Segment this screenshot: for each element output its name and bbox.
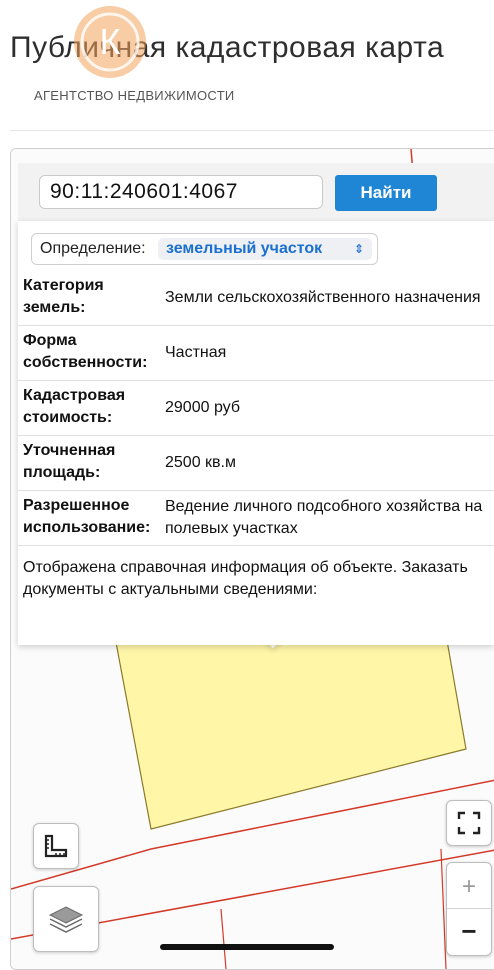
zoom-control: + − [446, 862, 492, 956]
info-value: Частная [165, 344, 227, 361]
zoom-out-button[interactable]: − [447, 909, 491, 953]
info-key: Категория земель: [23, 277, 104, 316]
agency-logo-icon: К [74, 6, 146, 78]
info-note: Отображена справочная информация об объе… [23, 559, 468, 598]
search-bar: Найти [18, 163, 494, 222]
info-row: Уточненная площадь: 2500 кв.м [18, 436, 494, 491]
layers-icon [48, 906, 84, 933]
info-key: Разрешенное использование: [23, 497, 151, 536]
ruler-button[interactable] [33, 823, 79, 869]
info-row: Разрешенное использование: Ведение лично… [18, 491, 494, 546]
info-key: Уточненная площадь: [23, 442, 116, 481]
info-value: 2500 кв.м [165, 454, 236, 471]
info-key: Кадастровая стоимость: [23, 387, 126, 426]
chevron-updown-icon: ⇕ [353, 242, 364, 256]
zoom-in-button[interactable]: + [447, 865, 491, 909]
definition-selector: Определение: земельный участок ⇕ [31, 233, 378, 265]
fullscreen-icon [457, 811, 481, 835]
search-input[interactable] [39, 175, 323, 209]
info-key: Форма собственности: [23, 332, 148, 371]
search-button[interactable]: Найти [335, 175, 437, 211]
definition-label: Определение: [40, 240, 146, 257]
info-value: Земли сельскохозяйственного назначения [165, 289, 481, 306]
fullscreen-button[interactable] [446, 800, 492, 846]
divider [10, 130, 494, 131]
info-row: Категория земель: Земли сельскохозяйстве… [18, 271, 494, 326]
object-info-panel: Определение: земельный участок ⇕ Категор… [18, 221, 494, 645]
info-value: 29000 руб [165, 399, 240, 416]
layers-button[interactable] [33, 886, 99, 952]
info-row: Форма собственности: Частная [18, 326, 494, 381]
home-indicator [160, 944, 334, 950]
agency-name: АГЕНТСТВО НЕДВИЖИМОСТИ [34, 88, 235, 103]
svg-text:К: К [100, 21, 121, 62]
info-row: Кадастровая стоимость: 29000 руб [18, 381, 494, 436]
definition-value: земельный участок [166, 240, 323, 257]
info-value: Ведение личного подсобного хозяйства на … [165, 498, 483, 537]
ruler-icon [44, 834, 68, 858]
definition-select[interactable]: земельный участок ⇕ [158, 238, 372, 260]
